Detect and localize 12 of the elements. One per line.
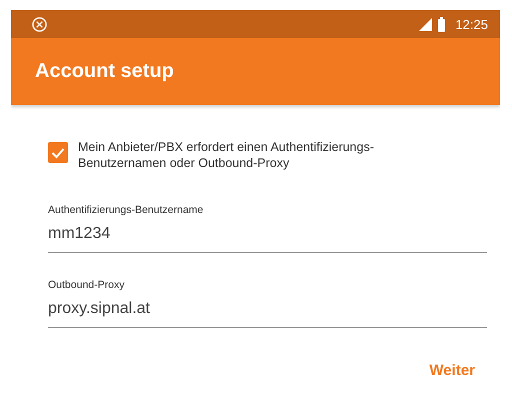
battery-icon [438,16,446,32]
check-icon [51,146,65,158]
signal-icon [419,18,432,30]
field-label: Outbound-Proxy [48,279,124,291]
input-field[interactable]: mm1234 [48,216,487,253]
clock-time: 12:25 [455,16,488,32]
input-field[interactable]: proxy.sipnal.at [48,291,487,328]
field-label: Authentifizierungs-Benutzername [48,204,204,216]
checkbox[interactable] [48,142,68,163]
checkbox-label: Mein Anbieter/PBX erfordert einen Authentifizierungs-Benutzernamen oder Outbound-Proxy [78,139,376,171]
app-bar-title: Account setup [35,60,174,83]
close-icon [32,16,47,32]
